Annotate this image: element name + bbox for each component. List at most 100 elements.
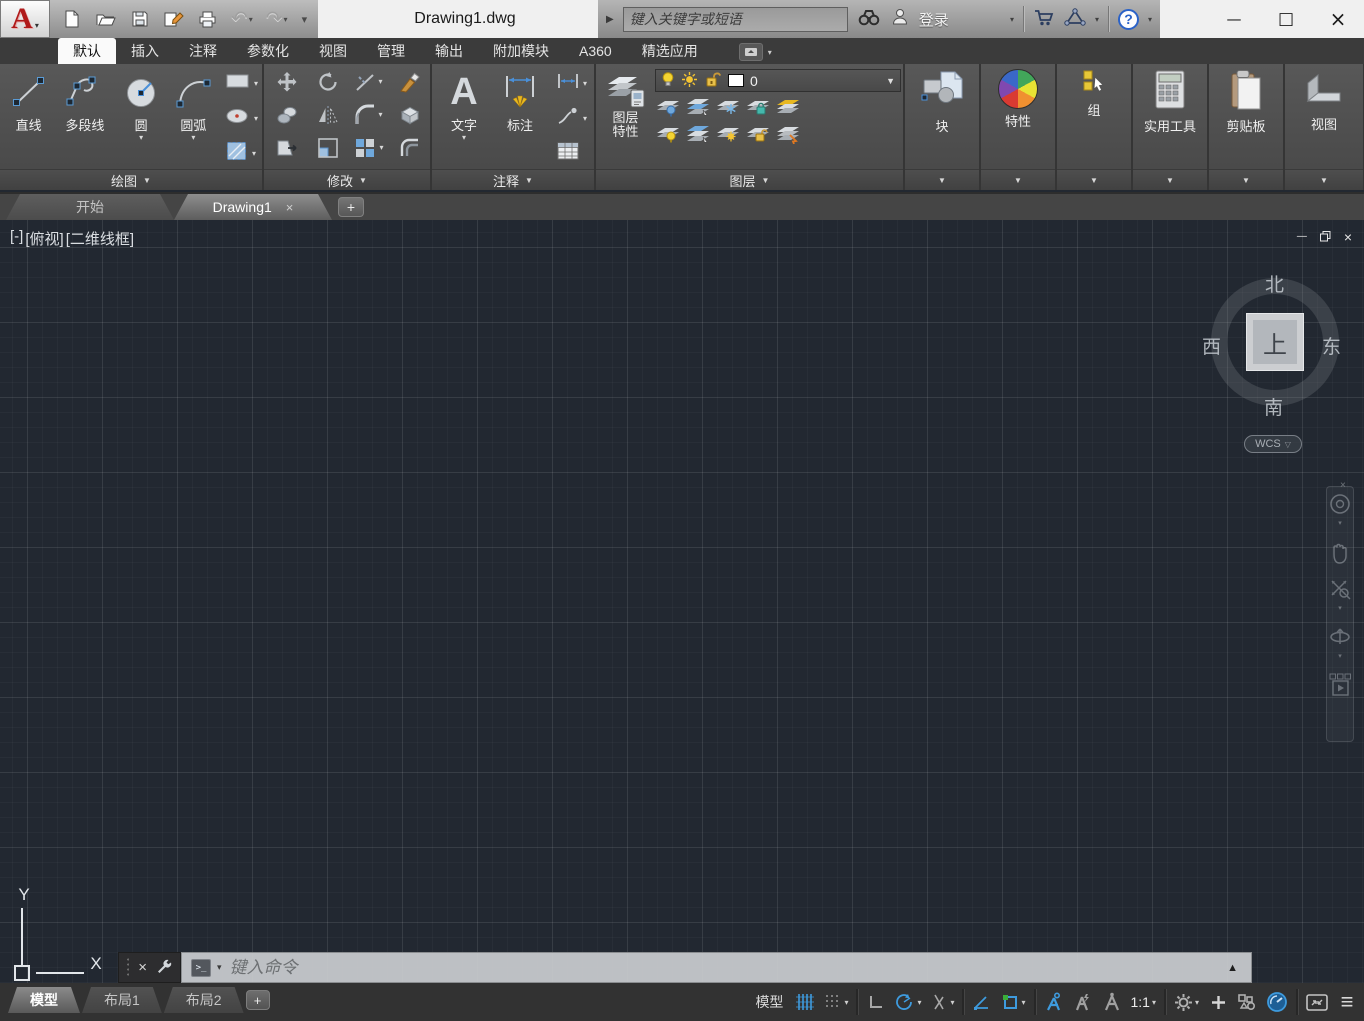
polar-tracking-toggle[interactable]: ▾ [891, 987, 925, 1017]
command-expand-icon[interactable]: ▲ [1227, 962, 1238, 974]
modify-panel-title[interactable]: 修改 ▼ [264, 169, 430, 190]
drawing1-tab-close-icon[interactable]: × [286, 200, 294, 215]
zoom-caret-icon[interactable]: ▾ [1338, 607, 1342, 611]
layer-properties-button[interactable]: 图层 特性 [600, 67, 651, 169]
circle-button[interactable]: 圆 ▾ [118, 67, 163, 169]
file-tab-start[interactable]: 开始 [6, 194, 174, 220]
viewcube-east[interactable]: 东 [1322, 332, 1341, 359]
layer-lock-button[interactable] [745, 97, 771, 122]
linear-dimension-button[interactable]: ▾ [556, 70, 587, 96]
move-button[interactable] [275, 70, 299, 94]
new-layout-button[interactable]: + [246, 990, 270, 1010]
new-drawing-tab-button[interactable]: + [338, 197, 364, 217]
layer-select[interactable]: 0 ▼ [655, 69, 901, 92]
polyline-button[interactable]: 多段线 [55, 67, 114, 169]
ribbon-tab-addins[interactable]: 附加模块 [478, 38, 564, 64]
ribbon-tab-annotate[interactable]: 注释 [174, 38, 232, 64]
sign-in-button[interactable]: 登录 [919, 9, 949, 30]
pan-icon[interactable] [1329, 541, 1351, 565]
search-input[interactable] [623, 7, 848, 32]
offset-button[interactable] [398, 136, 422, 160]
viewport-visual-style-control[interactable]: [二维线框] [66, 228, 134, 249]
table-button[interactable] [556, 140, 587, 166]
layer-make-current-button[interactable] [775, 97, 801, 122]
layer-unisolate-button[interactable] [685, 124, 711, 149]
plot-button[interactable] [197, 9, 218, 29]
ribbon-tab-a360[interactable]: A360 [564, 38, 627, 64]
trim-button[interactable]: ▾ [354, 70, 382, 94]
viewcube-west[interactable]: 西 [1202, 332, 1221, 359]
zoom-icon[interactable] [1329, 578, 1351, 600]
annotation-visibility-toggle[interactable] [1040, 987, 1068, 1017]
navwheel-caret-icon[interactable]: ▾ [1338, 522, 1342, 526]
app-store-button[interactable] [1033, 7, 1055, 32]
orbit-icon[interactable] [1328, 624, 1352, 648]
rotate-button[interactable] [316, 70, 340, 94]
ribbon-tab-output[interactable]: 输出 [420, 38, 478, 64]
stretch-button[interactable] [275, 136, 299, 160]
rectangle-button[interactable]: ▾ [225, 70, 258, 96]
ribbon-tab-insert[interactable]: 插入 [116, 38, 174, 64]
ribbon-tab-parametric[interactable]: 参数化 [232, 38, 304, 64]
drawing-canvas[interactable]: [-] [俯视] [二维线框] — × 北 西 东 南 上 WCS ▽ × ▾ [0, 220, 1364, 983]
model-tab[interactable]: 模型 [8, 987, 80, 1013]
ellipse-button[interactable]: ▾ [225, 105, 258, 131]
save-as-button[interactable] [163, 9, 184, 29]
mirror-button[interactable] [316, 103, 340, 127]
help-button[interactable]: ? [1118, 9, 1139, 30]
arc-button[interactable]: 圆弧 ▾ [168, 67, 219, 169]
scale-button[interactable] [316, 136, 340, 160]
annotation-panel-title[interactable]: 注释 ▼ [432, 169, 594, 190]
customization-menu-button[interactable]: ≡ [1333, 987, 1361, 1017]
a360-button[interactable] [1064, 7, 1086, 32]
object-snap-tracking-toggle[interactable] [968, 987, 996, 1017]
layer-unlock-button[interactable] [745, 124, 771, 149]
annotation-scale-icon-button[interactable] [1098, 987, 1126, 1017]
viewport-restore-icon[interactable] [1320, 231, 1331, 244]
qat-customize-button[interactable]: ▾ [301, 13, 308, 26]
command-recent-caret-icon[interactable]: ▾ [217, 962, 222, 973]
ortho-toggle[interactable] [862, 987, 890, 1017]
ribbon-tab-manage[interactable]: 管理 [362, 38, 420, 64]
dimension-button[interactable]: 标注 [494, 67, 546, 169]
groups-panel-expander[interactable]: ▼ [1057, 169, 1131, 190]
graphics-performance-button[interactable] [1262, 987, 1292, 1017]
block-panel-expander[interactable]: ▼ [905, 169, 979, 190]
close-button[interactable]: × [1312, 0, 1364, 38]
viewcube-top-face[interactable]: 上 [1246, 313, 1304, 371]
file-tab-drawing1[interactable]: Drawing1 × [174, 194, 332, 220]
command-input[interactable] [228, 957, 1222, 979]
properties-button[interactable]: 特性 [981, 64, 1055, 169]
view-panel-expander[interactable]: ▼ [1285, 169, 1363, 190]
annotation-scale-button[interactable]: 1:1▾ [1127, 987, 1160, 1017]
draw-panel-title[interactable]: 绘图 ▼ [0, 169, 262, 190]
block-button[interactable]: 块 [905, 64, 979, 169]
customization-plus-button[interactable] [1204, 987, 1232, 1017]
layer-isolate-button[interactable] [685, 97, 711, 122]
viewport-view-control[interactable]: [俯视] [25, 228, 63, 249]
explode-button[interactable] [398, 103, 422, 127]
maximize-button[interactable]: □ [1260, 0, 1312, 38]
customize-wrench-icon[interactable] [156, 957, 173, 979]
layer-match-button[interactable] [775, 124, 801, 149]
isometric-drafting-toggle[interactable]: ▾ [926, 987, 958, 1017]
command-close-icon[interactable]: × [138, 959, 147, 976]
layer-on-button[interactable] [655, 124, 681, 149]
layout2-tab[interactable]: 布局2 [164, 987, 244, 1013]
command-line-grip[interactable]: × [118, 952, 181, 983]
viewport-menu-control[interactable]: [-] [10, 228, 23, 249]
annotation-autoscale-toggle[interactable] [1069, 987, 1097, 1017]
redo-button[interactable]: ↷▾ [266, 9, 288, 29]
layer-freeze-button[interactable] [715, 97, 741, 122]
drag-handle-icon[interactable] [126, 957, 129, 978]
clipboard-panel-expander[interactable]: ▼ [1209, 169, 1283, 190]
layer-off-button[interactable] [655, 97, 681, 122]
wcs-menu-button[interactable]: WCS ▽ [1244, 435, 1302, 453]
view-button[interactable]: 视图 [1285, 64, 1363, 169]
workspace-switching-button[interactable]: ▾ [1170, 987, 1203, 1017]
ribbon-display-toggle[interactable]: ▾ [739, 43, 772, 61]
viewcube-north[interactable]: 北 [1265, 270, 1284, 297]
signin-caret-icon[interactable]: ▾ [1010, 15, 1014, 24]
orbit-caret-icon[interactable]: ▾ [1338, 655, 1342, 659]
infocenter-collapse-icon[interactable]: ▶ [606, 14, 614, 25]
